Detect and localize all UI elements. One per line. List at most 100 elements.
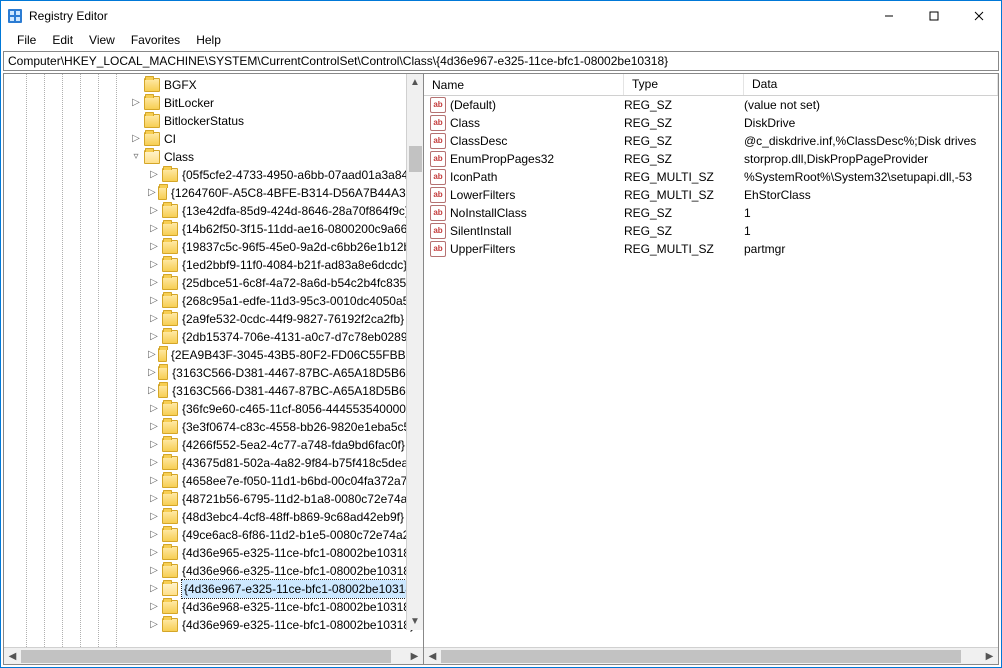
chevron-right-icon[interactable]: ▷ bbox=[148, 277, 160, 289]
maximize-button[interactable] bbox=[911, 1, 956, 31]
chevron-right-icon[interactable]: ▷ bbox=[148, 223, 160, 235]
scroll-left-icon[interactable]: ◀ bbox=[424, 648, 441, 664]
chevron-right-icon[interactable]: ▷ bbox=[148, 547, 160, 559]
chevron-right-icon[interactable]: ▷ bbox=[148, 493, 160, 505]
tree-item[interactable]: ▷{3e3f0674-c83c-4558-bb26-9820e1eba5c5} bbox=[4, 418, 423, 436]
tree-item[interactable]: ▷{4266f552-5ea2-4c77-a748-fda9bd6fac0f} bbox=[4, 436, 423, 454]
chevron-right-icon[interactable]: ▷ bbox=[148, 385, 156, 397]
chevron-right-icon[interactable]: ▷ bbox=[148, 583, 160, 595]
tree-item[interactable]: ▷{4d36e966-e325-11ce-bfc1-08002be10318} bbox=[4, 562, 423, 580]
tree-item[interactable]: ▷ {2EA9B43F-3045-43B5-80F2-FD06C55FBB90} bbox=[4, 346, 423, 364]
value-row[interactable]: abUpperFiltersREG_MULTI_SZpartmgr bbox=[424, 240, 998, 258]
chevron-right-icon[interactable]: ▷ bbox=[148, 295, 160, 307]
chevron-right-icon[interactable]: ▷ bbox=[148, 259, 160, 271]
value-row[interactable]: abClassREG_SZDiskDrive bbox=[424, 114, 998, 132]
folder-icon bbox=[162, 402, 178, 416]
chevron-right-icon[interactable]: ▷ bbox=[130, 133, 142, 145]
chevron-down-icon[interactable]: ▿ bbox=[130, 151, 142, 163]
tree-item[interactable]: ▷{05f5cfe2-4733-4950-a6bb-07aad01a3a84} bbox=[4, 166, 423, 184]
tree-item[interactable]: BitlockerStatus bbox=[4, 112, 423, 130]
folder-icon bbox=[162, 240, 178, 254]
value-row[interactable]: abClassDescREG_SZ@c_diskdrive.inf,%Class… bbox=[424, 132, 998, 150]
titlebar[interactable]: Registry Editor bbox=[1, 1, 1001, 31]
tree-item[interactable]: ▷{19837c5c-96f5-45e0-9a2d-c6bb26e1b12b} bbox=[4, 238, 423, 256]
value-row[interactable]: abLowerFiltersREG_MULTI_SZEhStorClass bbox=[424, 186, 998, 204]
tree-item[interactable]: ▷{2a9fe532-0cdc-44f9-9827-76192f2ca2fb} bbox=[4, 310, 423, 328]
address-bar[interactable]: Computer\HKEY_LOCAL_MACHINE\SYSTEM\Curre… bbox=[3, 51, 999, 71]
tree-item[interactable]: ▷{4d36e968-e325-11ce-bfc1-08002be10318} bbox=[4, 598, 423, 616]
tree-item[interactable]: ▷{3163C566-D381-4467-87BC-A65A18D5B649} bbox=[4, 382, 423, 400]
tree-item[interactable]: ▷{4d36e969-e325-11ce-bfc1-08002be10318} bbox=[4, 616, 423, 634]
chevron-right-icon[interactable]: ▷ bbox=[148, 241, 160, 253]
expander-none bbox=[130, 115, 142, 127]
chevron-right-icon[interactable]: ▷ bbox=[148, 313, 160, 325]
chevron-right-icon[interactable]: ▷ bbox=[148, 619, 160, 631]
chevron-right-icon[interactable]: ▷ bbox=[148, 439, 160, 451]
tree-horizontal-scrollbar[interactable]: ◀ ▶ bbox=[4, 647, 423, 664]
chevron-right-icon[interactable]: ▷ bbox=[148, 187, 156, 199]
chevron-right-icon[interactable]: ▷ bbox=[148, 511, 160, 523]
tree-item[interactable]: BGFX bbox=[4, 76, 423, 94]
scroll-right-icon[interactable]: ▶ bbox=[981, 648, 998, 664]
column-data[interactable]: Data bbox=[744, 74, 998, 95]
tree-item[interactable]: ▷{1264760F-A5C8-4BFE-B314-D56A7B44A362} bbox=[4, 184, 423, 202]
tree-vertical-scrollbar[interactable]: ▲ ▼ bbox=[406, 74, 423, 630]
string-value-icon: ab bbox=[430, 169, 446, 185]
tree-item-label: {268c95a1-edfe-11d3-95c3-0010dc4050a5} bbox=[182, 292, 413, 310]
chevron-right-icon[interactable]: ▷ bbox=[148, 331, 160, 343]
menu-favorites[interactable]: Favorites bbox=[123, 31, 188, 49]
scroll-left-icon[interactable]: ◀ bbox=[4, 648, 21, 664]
tree-item[interactable]: ▷ {268c95a1-edfe-11d3-95c3-0010dc4050a5} bbox=[4, 292, 423, 310]
list-horizontal-scrollbar[interactable]: ◀ ▶ bbox=[424, 647, 998, 664]
value-row[interactable]: abNoInstallClassREG_SZ1 bbox=[424, 204, 998, 222]
folder-icon bbox=[162, 510, 178, 524]
tree-item[interactable]: ▷{4658ee7e-f050-11d1-b6bd-00c04fa372a7} bbox=[4, 472, 423, 490]
chevron-right-icon[interactable]: ▷ bbox=[148, 475, 160, 487]
tree-item[interactable]: ▷{1ed2bbf9-11f0-4084-b21f-ad83a8e6dcdc} bbox=[4, 256, 423, 274]
column-name[interactable]: Name bbox=[424, 74, 624, 95]
menu-edit[interactable]: Edit bbox=[44, 31, 81, 49]
value-row[interactable]: abIconPathREG_MULTI_SZ%SystemRoot%\Syste… bbox=[424, 168, 998, 186]
chevron-right-icon[interactable]: ▷ bbox=[148, 421, 160, 433]
chevron-right-icon[interactable]: ▷ bbox=[148, 565, 160, 577]
tree-item[interactable]: ▷{4d36e965-e325-11ce-bfc1-08002be10318} bbox=[4, 544, 423, 562]
tree-item-label: {48d3ebc4-4cf8-48ff-b869-9c68ad42eb9f} bbox=[182, 508, 404, 526]
scroll-right-icon[interactable]: ▶ bbox=[406, 648, 423, 664]
value-row[interactable]: abEnumPropPages32REG_SZstorprop.dll,Disk… bbox=[424, 150, 998, 168]
chevron-right-icon[interactable]: ▷ bbox=[148, 403, 160, 415]
value-row[interactable]: abSilentInstallREG_SZ1 bbox=[424, 222, 998, 240]
tree-item[interactable]: ▿Class bbox=[4, 148, 423, 166]
tree-item[interactable]: ▷{49ce6ac8-6f86-11d2-b1e5-0080c72e74a2} bbox=[4, 526, 423, 544]
tree-item[interactable]: ▷{25dbce51-6c8f-4a72-8a6d-b54c2b4fc835} bbox=[4, 274, 423, 292]
close-button[interactable] bbox=[956, 1, 1001, 31]
tree-item[interactable]: ▷{14b62f50-3f15-11dd-ae16-0800200c9a66} bbox=[4, 220, 423, 238]
tree-item[interactable]: ▷{36fc9e60-c465-11cf-8056-444553540000} bbox=[4, 400, 423, 418]
value-row[interactable]: ab(Default)REG_SZ(value not set) bbox=[424, 96, 998, 114]
menu-view[interactable]: View bbox=[81, 31, 123, 49]
chevron-right-icon[interactable]: ▷ bbox=[148, 367, 156, 379]
minimize-button[interactable] bbox=[866, 1, 911, 31]
tree-item[interactable]: ▷{13e42dfa-85d9-424d-8646-28a70f864f9c} bbox=[4, 202, 423, 220]
tree-item[interactable]: ▷BitLocker bbox=[4, 94, 423, 112]
scroll-up-icon[interactable]: ▲ bbox=[407, 74, 423, 91]
tree-item[interactable]: ▷{3163C566-D381-4467-87BC-A65A18D5B648} bbox=[4, 364, 423, 382]
menu-help[interactable]: Help bbox=[188, 31, 229, 49]
chevron-right-icon[interactable]: ▷ bbox=[148, 349, 156, 361]
chevron-right-icon[interactable]: ▷ bbox=[148, 529, 160, 541]
tree-item[interactable]: ▷{48721b56-6795-11d2-b1a8-0080c72e74a2} bbox=[4, 490, 423, 508]
column-type[interactable]: Type bbox=[624, 74, 744, 95]
tree-item[interactable]: ▷{2db15374-706e-4131-a0c7-d7c78eb0289a} bbox=[4, 328, 423, 346]
tree-item[interactable]: ▷{43675d81-502a-4a82-9f84-b75f418c5dea} bbox=[4, 454, 423, 472]
tree-item[interactable]: ▷ {48d3ebc4-4cf8-48ff-b869-9c68ad42eb9f} bbox=[4, 508, 423, 526]
menu-file[interactable]: File bbox=[9, 31, 44, 49]
tree-item[interactable]: ▷{4d36e967-e325-11ce-bfc1-08002be10318} bbox=[4, 580, 423, 598]
chevron-right-icon[interactable]: ▷ bbox=[130, 97, 142, 109]
chevron-right-icon[interactable]: ▷ bbox=[148, 169, 160, 181]
scroll-down-icon[interactable]: ▼ bbox=[407, 613, 423, 630]
chevron-right-icon[interactable]: ▷ bbox=[148, 601, 160, 613]
chevron-right-icon[interactable]: ▷ bbox=[148, 457, 160, 469]
tree-item[interactable]: ▷CI bbox=[4, 130, 423, 148]
value-type: REG_SZ bbox=[624, 222, 744, 240]
chevron-right-icon[interactable]: ▷ bbox=[148, 205, 160, 217]
tree-item-label: {2EA9B43F-3045-43B5-80F2-FD06C55FBB90} bbox=[171, 346, 423, 364]
